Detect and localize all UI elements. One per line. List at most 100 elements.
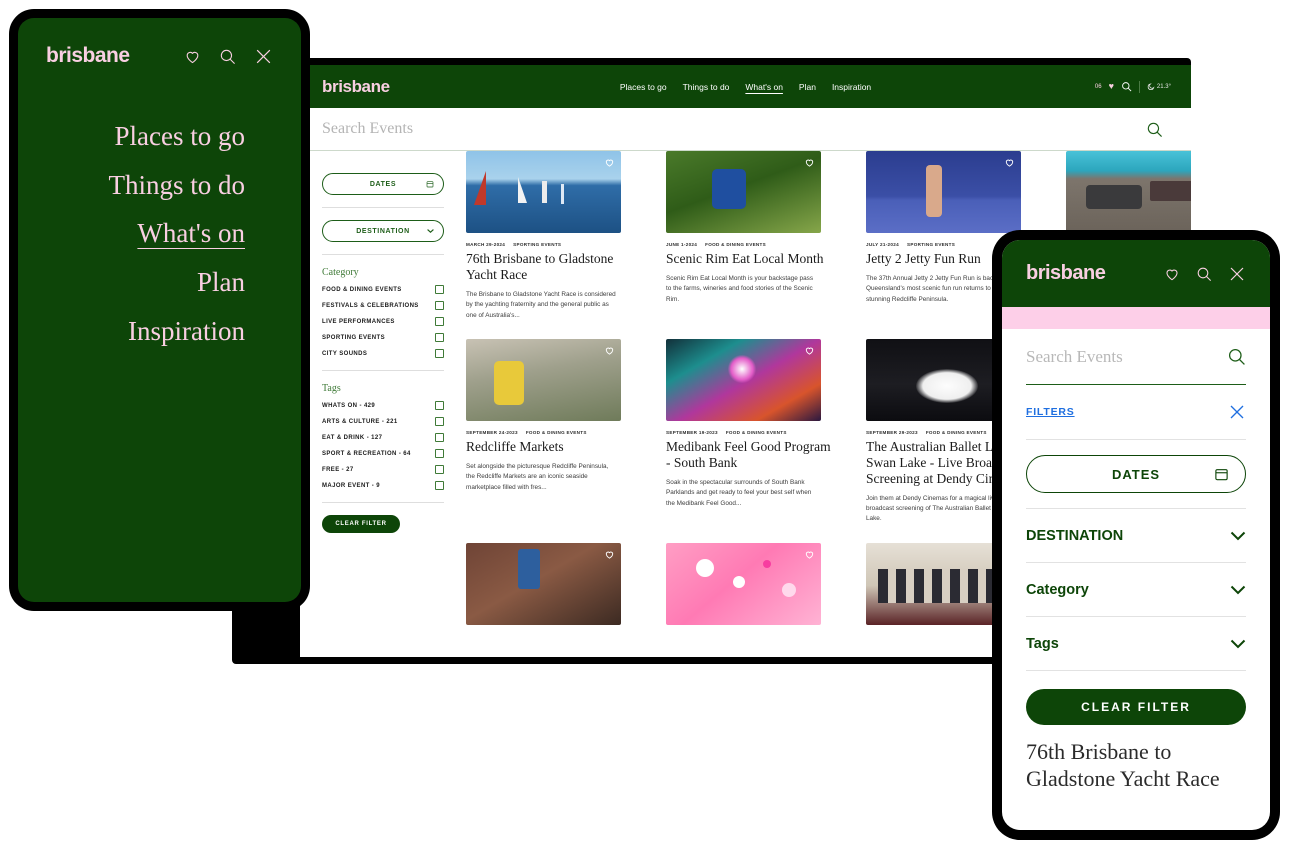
mobile-nav-item-things-to-do[interactable]: Things to do [108, 170, 245, 201]
event-category: SPORTING EVENTS [906, 242, 956, 247]
checkbox[interactable] [435, 433, 444, 442]
event-date: MARCH 29-2024 [466, 242, 506, 247]
tag-option-eat-drink[interactable]: EAT & DRINK - 127 [322, 433, 444, 442]
mobile-filter-logo[interactable]: brisbane [1026, 262, 1106, 285]
mobile-nav-item-places-to-go[interactable]: Places to go [115, 121, 245, 152]
nav-item-places-to-go[interactable]: Places to go [620, 82, 667, 92]
event-image [666, 151, 821, 233]
option-label: SPORT & RECREATION - 64 [322, 450, 411, 457]
close-icon[interactable] [1228, 265, 1246, 283]
event-image [666, 542, 821, 625]
nav-item-plan[interactable]: Plan [799, 82, 816, 92]
heart-icon[interactable] [1004, 157, 1015, 168]
event-title[interactable]: 76th Brisbane to Gladstone Yacht Race [466, 251, 636, 283]
clear-filter-button[interactable]: CLEAR FILTER [322, 515, 400, 533]
event-card[interactable] [666, 542, 836, 625]
option-label: FESTIVALS & CELEBRATIONS [322, 302, 419, 309]
search-icon[interactable] [1196, 266, 1212, 282]
heart-icon[interactable] [184, 48, 201, 65]
heart-icon[interactable] [804, 345, 815, 356]
checkbox[interactable] [435, 401, 444, 410]
destination-filter-button[interactable]: DESTINATION [322, 220, 444, 242]
heart-icon[interactable] [604, 549, 615, 560]
tag-option-free[interactable]: FREE - 27 [322, 465, 444, 474]
mobile-result-title[interactable]: 76th Brisbane to Gladstone Yacht Race [1026, 739, 1246, 793]
mobile-accordion-tags[interactable]: Tags [1026, 617, 1246, 670]
heart-icon[interactable] [604, 345, 615, 356]
event-title[interactable]: Medibank Feel Good Program - South Bank [666, 439, 836, 471]
category-option-food-dining[interactable]: FOOD & DINING EVENTS [322, 285, 444, 294]
checkbox[interactable] [435, 285, 444, 294]
event-description: Soak in the spectacular surrounds of Sou… [666, 478, 812, 507]
event-title[interactable]: Redcliffe Markets [466, 439, 636, 455]
heart-icon[interactable] [604, 157, 615, 168]
category-option-live-performances[interactable]: LIVE PERFORMANCES [322, 317, 444, 326]
dates-label: DATES [369, 180, 397, 188]
category-option-sporting-events[interactable]: SPORTING EVENTS [322, 333, 444, 342]
category-option-city-sounds[interactable]: CITY SOUNDS [322, 349, 444, 358]
divider [1026, 439, 1246, 440]
tag-option-whats-on[interactable]: WHATS ON - 429 [322, 401, 444, 410]
option-label: EAT & DRINK - 127 [322, 434, 383, 441]
desktop-search-bar[interactable]: Search Events [300, 108, 1191, 151]
mobile-filters-toggle-row: FILTERS [1026, 385, 1246, 439]
mobile-accordion-category[interactable]: Category [1026, 563, 1246, 616]
option-label: ARTS & CULTURE - 221 [322, 418, 398, 425]
event-category: FOOD & DINING EVENTS [525, 429, 587, 435]
close-icon[interactable] [1228, 403, 1246, 421]
mobile-menu-logo[interactable]: brisbane [46, 44, 130, 68]
nav-item-things-to-do[interactable]: Things to do [683, 82, 730, 92]
heart-icon[interactable] [804, 549, 815, 560]
mobile-clear-filter-button[interactable]: CLEAR FILTER [1026, 689, 1246, 725]
tag-option-arts-culture[interactable]: ARTS & CULTURE - 221 [322, 417, 444, 426]
heart-icon[interactable] [804, 157, 815, 168]
event-card[interactable]: MARCH 29-2024 SPORTING EVENTS 76th Brisb… [466, 151, 636, 321]
checkbox[interactable] [435, 449, 444, 458]
filters-link[interactable]: FILTERS [1026, 406, 1075, 418]
tag-option-sport-recreation[interactable]: SPORT & RECREATION - 64 [322, 449, 444, 458]
desktop-logo[interactable]: brisbane [322, 77, 390, 97]
heart-icon[interactable] [1164, 266, 1180, 282]
checkbox[interactable] [435, 301, 444, 310]
event-category: FOOD & DINING EVENTS [725, 429, 787, 435]
checkbox[interactable] [435, 481, 444, 490]
mobile-nav-item-inspiration[interactable]: Inspiration [128, 316, 245, 347]
checkbox[interactable] [435, 465, 444, 474]
event-description: The Brisbane to Gladstone Yacht Race is … [466, 290, 616, 319]
checkbox[interactable] [435, 349, 444, 358]
accordion-label: DESTINATION [1026, 527, 1124, 544]
heart-filled-icon[interactable]: ♥ [1109, 82, 1114, 91]
mobile-nav-item-plan[interactable]: Plan [197, 267, 245, 298]
dates-filter-button[interactable]: DATES [322, 173, 444, 195]
checkbox[interactable] [435, 333, 444, 342]
mobile-filter-body: Search Events FILTERS DATES DESTINATION … [1002, 329, 1270, 793]
search-icon[interactable] [219, 48, 236, 65]
moon-icon [1147, 82, 1155, 90]
event-title[interactable]: Scenic Rim Eat Local Month [666, 251, 836, 267]
event-image [666, 338, 821, 421]
option-label: WHATS ON - 429 [322, 402, 376, 409]
divider [322, 207, 444, 208]
event-image [866, 338, 1021, 421]
mobile-menu-links: Places to go Things to do What's on Plan… [18, 121, 301, 347]
search-icon[interactable] [1146, 121, 1163, 138]
mobile-nav-item-whats-on[interactable]: What's on [137, 219, 245, 249]
mobile-dates-filter-button[interactable]: DATES [1026, 455, 1246, 493]
event-card[interactable] [466, 542, 636, 625]
nav-item-whats-on[interactable]: What's on [745, 82, 783, 92]
event-card[interactable]: SEPTEMBER 24-2023 FOOD & DINING EVENTS R… [466, 338, 636, 525]
event-card[interactable]: SEPTEMBER 19-2023 FOOD & DINING EVENTS M… [666, 338, 836, 525]
event-card[interactable]: JUNE 1-2024 FOOD & DINING EVENTS Scenic … [666, 151, 836, 321]
option-label: CITY SOUNDS [322, 350, 368, 357]
category-option-festivals[interactable]: FESTIVALS & CELEBRATIONS [322, 301, 444, 310]
accordion-label: Category [1026, 581, 1089, 598]
search-icon[interactable] [1121, 81, 1132, 92]
checkbox[interactable] [435, 317, 444, 326]
mobile-accordion-destination[interactable]: DESTINATION [1026, 509, 1246, 562]
mobile-search-field[interactable]: Search Events [1026, 329, 1246, 385]
search-icon[interactable] [1227, 347, 1246, 366]
nav-item-inspiration[interactable]: Inspiration [832, 82, 871, 92]
close-icon[interactable] [254, 47, 273, 66]
tag-option-major-event[interactable]: MAJOR EVENT - 9 [322, 481, 444, 490]
checkbox[interactable] [435, 417, 444, 426]
